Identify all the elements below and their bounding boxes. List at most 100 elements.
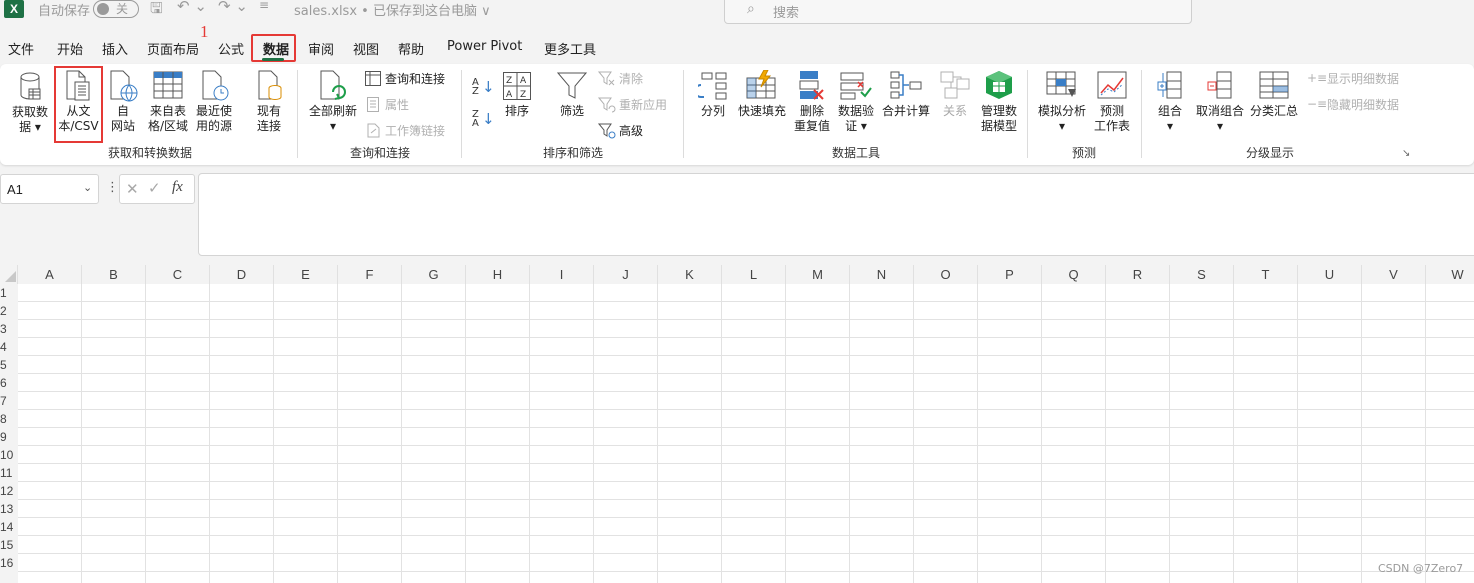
column-header[interactable]: V (1362, 265, 1426, 284)
column-header[interactable]: B (82, 265, 146, 284)
refresh-all-button[interactable]: 全部刷新 ▾ (305, 68, 361, 138)
column-header[interactable]: R (1106, 265, 1170, 284)
row-header[interactable]: 6 (0, 374, 18, 392)
from-web-button[interactable]: 自 网站 (106, 68, 140, 138)
existing-connections-button[interactable]: 现有 连接 (251, 68, 287, 138)
row-header[interactable]: 5 (0, 356, 18, 374)
redo-icon[interactable]: ↷ ⌄ (218, 0, 248, 15)
recent-sources-button[interactable]: 最近使 用的源 (194, 68, 234, 138)
tab-more-tools[interactable]: 更多工具 (544, 39, 596, 58)
row-header[interactable]: 10 (0, 446, 18, 464)
row-headers: 1 2 3 4 5 6 7 8 9 10 11 12 13 14 15 16 (0, 284, 18, 583)
column-header[interactable]: O (914, 265, 978, 284)
more-options-icon[interactable]: ⋮ (106, 180, 119, 195)
column-header[interactable]: P (978, 265, 1042, 284)
column-header[interactable]: S (1170, 265, 1234, 284)
confirm-icon[interactable]: ✓ (148, 179, 161, 197)
data-model-label-1: 管理数 (980, 104, 1017, 118)
select-all-corner[interactable] (0, 265, 18, 284)
column-header[interactable]: U (1298, 265, 1362, 284)
from-text-csv-button[interactable]: 从文 本/CSV (56, 68, 101, 138)
tab-formulas[interactable]: 公式 (218, 39, 244, 58)
tab-file[interactable]: 文件 (8, 39, 34, 58)
file-title[interactable]: sales.xlsx • 已保存到这台电脑 ∨ (294, 0, 491, 19)
column-header[interactable]: J (594, 265, 658, 284)
from-web-label-1: 自 (116, 104, 129, 118)
row-header[interactable]: 8 (0, 410, 18, 428)
ungroup-button[interactable]: 取消组合 ▾ (1194, 68, 1246, 138)
name-box-value: A1 (7, 182, 23, 197)
manage-data-model-button[interactable]: 管理数 据模型 (977, 68, 1021, 138)
what-if-analysis-button[interactable]: 模拟分析 ▾ (1034, 68, 1090, 138)
subtotal-button[interactable]: 分类汇总 (1248, 68, 1300, 128)
chevron-down-icon[interactable]: ⌄ (83, 181, 92, 194)
toggle-knob (97, 3, 109, 15)
autosave-toggle[interactable]: 关 (93, 0, 139, 18)
tab-home[interactable]: 开始 (57, 39, 83, 58)
dialog-launcher-icon[interactable]: ↘ (1402, 148, 1410, 159)
row-header[interactable]: 7 (0, 392, 18, 410)
row-header[interactable]: 13 (0, 500, 18, 518)
column-header[interactable]: C (146, 265, 210, 284)
filter-button[interactable]: 筛选 (554, 68, 590, 128)
sort-ascending-button[interactable]: AZ ↓ (472, 78, 495, 98)
data-validation-button[interactable]: 数据验 证 ▾ (836, 68, 876, 138)
flash-fill-button[interactable]: 快速填充 (736, 68, 788, 128)
search-box[interactable]: ⌕ 搜索 (724, 0, 1192, 24)
column-header[interactable]: K (658, 265, 722, 284)
forecast-sheet-button[interactable]: 预测 工作表 (1093, 68, 1131, 138)
column-header[interactable]: L (722, 265, 786, 284)
tab-review[interactable]: 审阅 (308, 39, 334, 58)
row-header[interactable]: 9 (0, 428, 18, 446)
column-header[interactable]: I (530, 265, 594, 284)
column-header[interactable]: T (1234, 265, 1298, 284)
from-web-label-2: 网站 (110, 119, 135, 133)
remove-duplicates-button[interactable]: 删除 重复值 (792, 68, 832, 138)
tab-page-layout[interactable]: 页面布局 (147, 39, 199, 58)
row-header[interactable]: 14 (0, 518, 18, 536)
save-icon[interactable]: 🖫 (150, 0, 163, 23)
group-button[interactable]: 组合 ▾ (1152, 68, 1188, 138)
consolidate-button[interactable]: 合并计算 (880, 68, 932, 128)
column-header[interactable]: D (210, 265, 274, 284)
tab-help[interactable]: 帮助 (398, 39, 424, 58)
relationships-label: 关系 (942, 104, 967, 118)
customize-qat-icon[interactable]: ≡ (259, 0, 269, 12)
column-header[interactable]: A (18, 265, 82, 284)
row-header[interactable]: 3 (0, 320, 18, 338)
column-header[interactable]: W (1426, 265, 1474, 284)
column-header[interactable]: G (402, 265, 466, 284)
from-table-button[interactable]: 来自表 格/区域 (145, 68, 191, 138)
cell-grid[interactable] (18, 284, 1474, 583)
row-header[interactable]: 11 (0, 464, 18, 482)
cancel-icon[interactable]: ✕ (126, 180, 139, 198)
column-header[interactable]: Q (1042, 265, 1106, 284)
row-header[interactable]: 1 (0, 284, 18, 302)
column-header[interactable]: H (466, 265, 530, 284)
column-header[interactable]: M (786, 265, 850, 284)
sort-descending-button[interactable]: ZA ↓ (472, 110, 495, 130)
row-header[interactable]: 15 (0, 536, 18, 554)
row-header[interactable]: 12 (0, 482, 18, 500)
tab-insert[interactable]: 插入 (102, 39, 128, 58)
row-header[interactable]: 16 (0, 554, 18, 572)
tab-data[interactable]: 数据 (263, 39, 289, 58)
formula-input[interactable] (198, 173, 1474, 256)
sort-button[interactable]: ZAAZ 排序 (500, 68, 534, 128)
column-header[interactable]: N (850, 265, 914, 284)
get-data-button[interactable]: 获取数 据 ▾ (8, 68, 52, 138)
insert-function-icon[interactable]: fx (172, 179, 183, 196)
tab-power-pivot[interactable]: Power Pivot (447, 39, 522, 54)
relationships-button[interactable]: 关系 (938, 68, 972, 128)
excel-logo-icon: X (4, 0, 24, 18)
tab-view[interactable]: 视图 (353, 39, 379, 58)
name-box[interactable]: A1 ⌄ (0, 174, 99, 204)
row-header[interactable]: 4 (0, 338, 18, 356)
column-header[interactable]: F (338, 265, 402, 284)
text-to-columns-button[interactable]: 分列 (694, 68, 732, 128)
row-header[interactable]: 2 (0, 302, 18, 320)
undo-icon[interactable]: ↶ ⌄ (177, 0, 207, 15)
from-table-label-2: 格/区域 (147, 119, 189, 133)
show-detail-label: 显示明细数据 (1327, 72, 1400, 86)
column-header[interactable]: E (274, 265, 338, 284)
